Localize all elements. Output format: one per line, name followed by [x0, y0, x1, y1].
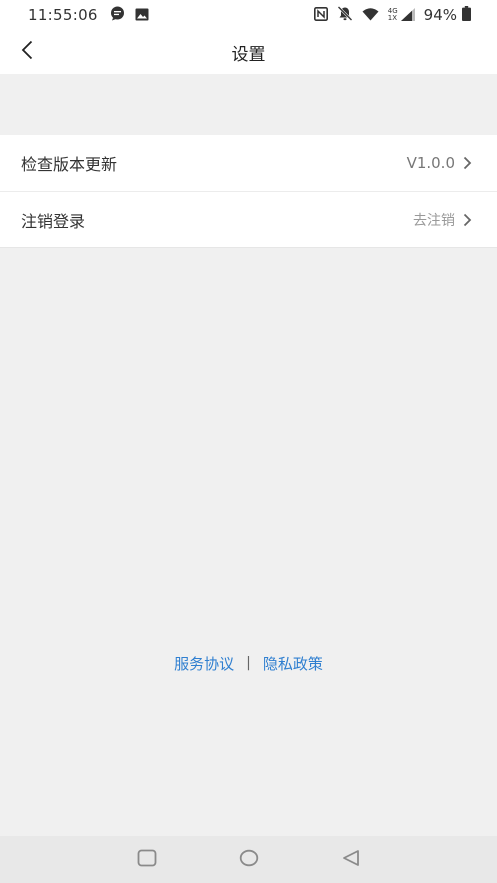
- back-arrow-icon: [21, 40, 33, 64]
- recents-button[interactable]: [135, 848, 159, 872]
- home-button[interactable]: [237, 848, 261, 872]
- check-update-row[interactable]: 检查版本更新 V1.0.0: [0, 135, 497, 191]
- circle-icon: [239, 849, 259, 871]
- privacy-policy-link[interactable]: 隐私政策: [263, 653, 323, 674]
- network-type-bottom: 1X: [387, 14, 398, 22]
- version-value: V1.0.0: [406, 154, 455, 172]
- chevron-right-icon: [463, 213, 473, 227]
- message-icon: [110, 6, 125, 25]
- battery-percent: 94%: [423, 6, 457, 24]
- logout-label: 注销登录: [21, 211, 86, 231]
- logout-action-value: 去注销: [413, 212, 455, 229]
- square-icon: [137, 849, 157, 871]
- network-type: 4G 1X: [388, 8, 398, 22]
- settings-screen: 11:55:06 4G 1X 94% 设置 检查版本更新 V1.0.0 注销登录…: [0, 0, 497, 883]
- list-divider: [0, 247, 497, 248]
- settings-list: 检查版本更新 V1.0.0 注销登录 去注销: [0, 135, 497, 248]
- notifications-muted-icon: [337, 5, 353, 25]
- signal-icon: [400, 6, 415, 25]
- chevron-right-icon: [463, 156, 473, 170]
- wifi-icon: [362, 6, 379, 25]
- page-title: 设置: [231, 44, 266, 65]
- title-bar: 设置: [0, 30, 497, 74]
- service-agreement-link[interactable]: 服务协议: [174, 653, 234, 674]
- back-nav-button[interactable]: [339, 848, 363, 872]
- battery-icon: [462, 5, 471, 25]
- footer-separator: |: [246, 655, 251, 671]
- nfc-icon: [313, 6, 328, 25]
- image-icon: [135, 6, 149, 25]
- status-bar: 11:55:06 4G 1X 94%: [0, 0, 497, 30]
- navigation-bar: [0, 836, 497, 883]
- check-update-label: 检查版本更新: [21, 155, 118, 174]
- status-time: 11:55:06: [28, 6, 98, 24]
- triangle-back-icon: [342, 849, 360, 871]
- logout-row[interactable]: 注销登录 去注销: [0, 191, 497, 247]
- back-button[interactable]: [12, 36, 42, 68]
- footer-links: 服务协议 | 隐私政策: [0, 651, 497, 675]
